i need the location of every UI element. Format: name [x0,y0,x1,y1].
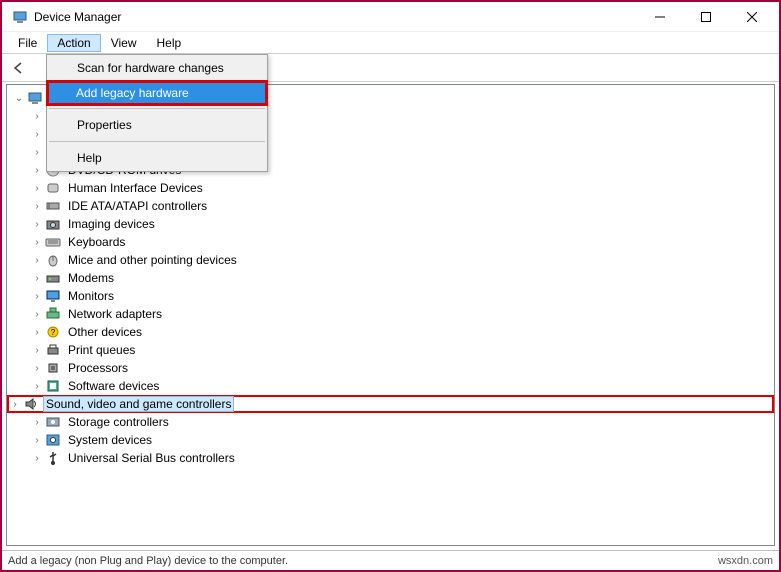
tree-item-label: Keyboards [65,234,128,250]
expand-icon[interactable]: › [31,183,43,194]
tree-item-label: Imaging devices [65,216,158,232]
expand-icon[interactable]: › [31,165,43,176]
expand-icon[interactable]: › [31,111,43,122]
expand-icon[interactable]: › [31,327,43,338]
tree-item-other-devices[interactable]: ›? Other devices [7,323,774,341]
software-icon [45,378,61,394]
titlebar: Device Manager [2,2,779,32]
tree-item-system-devices[interactable]: › System devices [7,431,774,449]
ide-icon [45,198,61,214]
tree-item-label: Human Interface Devices [65,180,206,196]
minimize-button[interactable] [637,2,683,32]
computer-icon [27,90,43,106]
tree-item-software-devices[interactable]: › Software devices [7,377,774,395]
modem-icon [45,270,61,286]
tree-item-processors[interactable]: › Processors [7,359,774,377]
cpu-icon [45,360,61,376]
expand-icon[interactable]: › [31,309,43,320]
tree-item-keyboards[interactable]: › Keyboards [7,233,774,251]
expand-icon[interactable]: › [31,237,43,248]
tree-item-storage-controllers[interactable]: › Storage controllers [7,413,774,431]
printer-icon [45,342,61,358]
menu-separator [49,141,265,142]
storage-icon [45,414,61,430]
status-text: Add a legacy (non Plug and Play) device … [8,555,288,567]
tree-item-label: Network adapters [65,306,165,322]
expand-icon[interactable]: › [31,363,43,374]
tree-item-label: Mice and other pointing devices [65,252,240,268]
expand-icon[interactable]: › [31,147,43,158]
maximize-button[interactable] [683,2,729,32]
tree-item-label: Storage controllers [65,414,172,430]
tree-item-label: Print queues [65,342,138,358]
tree-item-label: Other devices [65,324,145,340]
expand-icon[interactable]: › [31,129,43,140]
tree-item-human-interface-devices[interactable]: › Human Interface Devices [7,179,774,197]
menubar: FileActionViewHelp [2,32,779,54]
tree-item-label: Software devices [65,378,162,394]
menu-item-properties[interactable]: Properties [47,112,267,138]
close-button[interactable] [729,2,775,32]
tree-item-print-queues[interactable]: › Print queues [7,341,774,359]
tree-item-mice-and-other-pointing-devices[interactable]: › Mice and other pointing devices [7,251,774,269]
svg-text:?: ? [51,328,56,337]
app-icon [12,9,28,25]
menu-action[interactable]: Action [47,34,100,52]
expand-icon[interactable]: › [31,255,43,266]
tree-item-label: System devices [65,432,155,448]
menu-view[interactable]: View [101,34,147,52]
hid-icon [45,180,61,196]
tree-item-label: Universal Serial Bus controllers [65,450,238,466]
expand-icon[interactable]: › [31,291,43,302]
menu-separator [49,108,265,109]
tree-item-network-adapters[interactable]: › Network adapters [7,305,774,323]
expand-icon[interactable]: › [31,381,43,392]
expand-icon[interactable]: › [9,399,21,410]
watermark: wsxdn.com [718,555,773,567]
network-icon [45,306,61,322]
monitor-icon [45,288,61,304]
expand-icon[interactable]: › [31,417,43,428]
menu-item-help[interactable]: Help [47,145,267,171]
expand-icon[interactable]: › [31,435,43,446]
mouse-icon [45,252,61,268]
tree-item-label: Modems [65,270,117,286]
sound-icon [23,396,39,412]
tree-item-ide-ata-atapi-controllers[interactable]: › IDE ATA/ATAPI controllers [7,197,774,215]
menu-item-add-legacy-hardware[interactable]: Add legacy hardware [46,80,268,106]
tree-item-label: IDE ATA/ATAPI controllers [65,198,210,214]
action-menu-dropdown: Scan for hardware changesAdd legacy hard… [46,54,268,172]
expand-icon[interactable]: › [31,273,43,284]
other-icon: ? [45,324,61,340]
tree-item-label: Sound, video and game controllers [43,396,234,412]
tree-item-modems[interactable]: › Modems [7,269,774,287]
tree-item-universal-serial-bus-controllers[interactable]: › Universal Serial Bus controllers [7,449,774,467]
keyboard-icon [45,234,61,250]
system-icon [45,432,61,448]
back-button[interactable] [8,57,30,79]
expand-icon[interactable]: › [31,201,43,212]
usb-icon [45,450,61,466]
tree-item-sound-video-and-game-controllers[interactable]: › Sound, video and game controllers [7,395,774,413]
tree-item-label: Processors [65,360,131,376]
tree-item-monitors[interactable]: › Monitors [7,287,774,305]
menu-help[interactable]: Help [147,34,192,52]
expand-icon[interactable]: › [31,345,43,356]
statusbar: Add a legacy (non Plug and Play) device … [2,550,779,570]
menu-item-scan-for-hardware-changes[interactable]: Scan for hardware changes [47,55,267,81]
menu-file[interactable]: File [8,34,47,52]
tree-item-label: Monitors [65,288,117,304]
expand-icon[interactable]: › [31,219,43,230]
tree-item-imaging-devices[interactable]: › Imaging devices [7,215,774,233]
window-title: Device Manager [34,10,637,24]
collapse-icon[interactable]: ⌄ [13,93,25,104]
camera-icon [45,216,61,232]
expand-icon[interactable]: › [31,453,43,464]
